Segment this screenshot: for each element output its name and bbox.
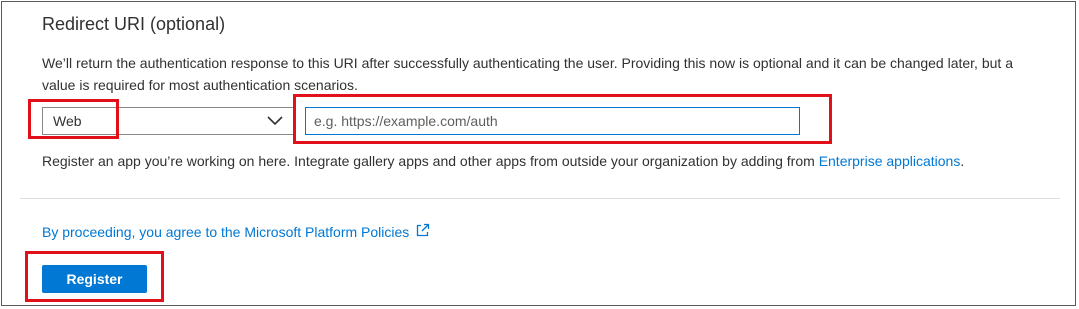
enterprise-applications-link[interactable]: Enterprise applications: [819, 153, 961, 169]
register-help-text: Register an app you’re working on here. …: [42, 153, 964, 169]
divider: [20, 198, 1060, 199]
platform-policies-link[interactable]: By proceeding, you agree to the Microsof…: [42, 223, 430, 241]
external-link-icon: [415, 223, 430, 241]
register-help-suffix: .: [960, 153, 965, 169]
platform-select[interactable]: Web: [42, 107, 294, 135]
redirect-uri-panel: Redirect URI (optional) We’ll return the…: [1, 1, 1076, 306]
chevron-down-icon: [267, 113, 283, 129]
platform-select-value: Web: [53, 113, 82, 129]
redirect-uri-input[interactable]: [305, 107, 800, 135]
section-title: Redirect URI (optional): [42, 14, 226, 34]
register-help-body: Register an app you’re working on here. …: [42, 153, 819, 169]
platform-policies-text: By proceeding, you agree to the Microsof…: [42, 224, 410, 240]
section-description: We’ll return the authentication response…: [42, 55, 1013, 93]
register-button[interactable]: Register: [42, 265, 147, 293]
